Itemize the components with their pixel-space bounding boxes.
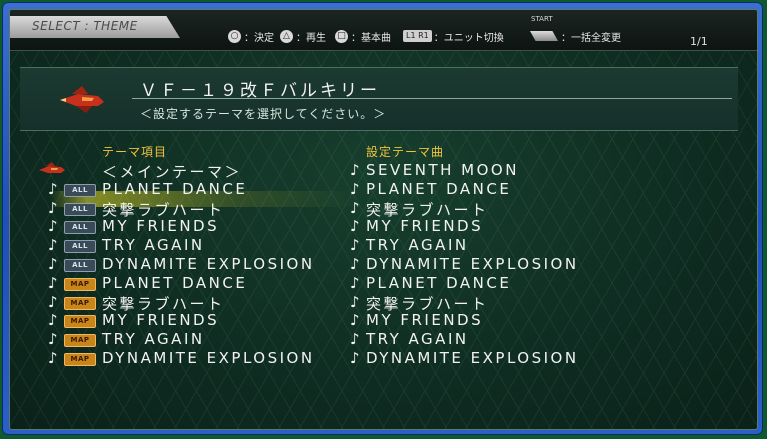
music-note-icon: ♪ (350, 179, 360, 198)
theme-item-label: DYNAMITE EXPLOSION (102, 255, 315, 273)
theme-song-label: TRY AGAIN (366, 330, 469, 349)
control-apply-all-label: ：一括全変更 (561, 32, 621, 44)
control-confirm: ○ ：決定 (228, 28, 274, 44)
triangle-button-icon: △ (280, 29, 293, 43)
music-note-icon: ♪ (350, 198, 360, 217)
valkyrie-icon (39, 162, 65, 173)
theme-item-label: MY FRIENDS (102, 311, 220, 330)
theme-item-column-header: テーマ項目 (102, 145, 168, 159)
instruction-text: ＜設定するテーマを選択してください。＞ (140, 107, 387, 121)
control-default: □ ：基本曲 (335, 28, 391, 44)
all-badge: ALL (64, 259, 96, 272)
game-screen: SELECT : THEME ○ ：決定 △ ：再生 □ ：基本曲 L1 R1 … (9, 9, 758, 430)
all-badge: ALL (64, 221, 96, 235)
start-button-icon (530, 31, 558, 41)
control-default-label: ：基本曲 (351, 32, 391, 44)
all-badge: ALL (64, 183, 96, 197)
shoulder-buttons-icon: L1 R1 (403, 30, 432, 42)
map-badge: MAP (64, 277, 96, 291)
theme-row[interactable]: ♪ MAP MY FRIENDS ♪ MY FRIENDS (10, 311, 750, 329)
theme-row[interactable]: ♪ ALL DYNAMITE EXPLOSION ♪ DYNAMITE EXPLOSIO… (10, 255, 750, 273)
header-divider (132, 98, 732, 99)
music-note-icon: ♪ (350, 217, 360, 236)
map-badge: MAP (64, 296, 96, 310)
theme-row[interactable]: ♪ MAP 突撃ラブハート ♪ 突撃ラブハート (10, 292, 750, 313)
top-bar: SELECT : THEME ○ ：決定 △ ：再生 □ ：基本曲 L1 R1 … (10, 10, 757, 51)
music-note-icon: ♪ (48, 198, 58, 217)
music-note-icon: ♪ (48, 311, 58, 330)
control-apply-all: ：一括全変更 (530, 28, 621, 44)
unit-header: ＶＦ－１９改Ｆバルキリー ＜設定するテーマを選択してください。＞ (20, 67, 738, 131)
music-note-icon: ♪ (48, 273, 58, 292)
music-note-icon: ♪ (48, 217, 58, 236)
music-note-icon: ♪ (48, 236, 58, 255)
theme-item-label: MY FRIENDS (102, 217, 220, 236)
theme-row[interactable]: ♪ ALL PLANET DANCE ♪ PLANET DANCE (10, 180, 750, 198)
theme-item-label: TRY AGAIN (102, 236, 205, 255)
music-note-icon: ♪ (350, 330, 360, 349)
music-note-icon: ♪ (350, 161, 360, 179)
control-confirm-label: ：決定 (244, 32, 274, 44)
theme-row[interactable]: ♪ MAP TRY AGAIN ♪ TRY AGAIN (10, 330, 750, 348)
screen-tab: SELECT : THEME (10, 16, 180, 38)
theme-song-label: MY FRIENDS (366, 311, 484, 330)
control-switch-unit-label: ：ユニット切換 (433, 32, 504, 44)
music-note-icon: ♪ (350, 349, 360, 367)
theme-item-label: PLANET DANCE (102, 179, 248, 198)
theme-song-column-header: 設定テーマ曲 (366, 145, 445, 159)
theme-song-label: SEVENTH MOON (366, 161, 519, 179)
all-badge: ALL (64, 240, 96, 254)
theme-row[interactable]: ＜メインテーマ＞ ♪ SEVENTH MOON (10, 161, 750, 181)
map-badge: MAP (64, 353, 96, 366)
screen-tab-label: SELECT : THEME (32, 19, 138, 33)
theme-row[interactable]: ♪ ALL MY FRIENDS ♪ MY FRIENDS (10, 217, 750, 235)
valkyrie-icon (60, 86, 104, 113)
music-note-icon: ♪ (48, 292, 58, 311)
theme-song-label: PLANET DANCE (366, 179, 512, 198)
page-indicator: 1/1 (690, 35, 708, 48)
theme-row[interactable]: ♪ MAP DYNAMITE EXPLOSION ♪ DYNAMITE EXPLOSIO… (10, 349, 750, 367)
theme-song-label: DYNAMITE EXPLOSION (366, 349, 579, 367)
theme-row[interactable]: ♪ MAP PLANET DANCE ♪ PLANET DANCE (10, 274, 750, 292)
all-badge: ALL (64, 202, 96, 216)
music-note-icon: ♪ (48, 349, 58, 367)
music-note-icon: ♪ (350, 273, 360, 292)
square-button-icon: □ (335, 29, 348, 43)
start-button-label: START (531, 15, 553, 23)
music-note-icon: ♪ (350, 236, 360, 255)
theme-row[interactable]: ♪ ALL 突撃ラブハート ♪ 突撃ラブハート (10, 198, 750, 219)
theme-song-label: TRY AGAIN (366, 236, 469, 255)
theme-song-label: PLANET DANCE (366, 273, 512, 292)
control-switch-unit: L1 R1 ：ユニット切換 (403, 28, 504, 44)
music-note-icon: ♪ (48, 330, 58, 349)
theme-item-label: TRY AGAIN (102, 330, 205, 349)
control-play: △ ：再生 (280, 28, 326, 44)
theme-song-label: DYNAMITE EXPLOSION (366, 255, 579, 273)
music-note-icon: ♪ (350, 311, 360, 330)
music-note-icon: ♪ (350, 292, 360, 311)
control-play-label: ：再生 (296, 32, 326, 44)
music-note-icon: ♪ (48, 179, 58, 198)
music-note-icon: ♪ (350, 255, 360, 273)
theme-item-label: DYNAMITE EXPLOSION (102, 349, 315, 367)
map-badge: MAP (64, 334, 96, 348)
theme-row[interactable]: ♪ ALL TRY AGAIN ♪ TRY AGAIN (10, 236, 750, 254)
theme-item-label: PLANET DANCE (102, 273, 248, 292)
music-note-icon: ♪ (48, 255, 58, 273)
circle-button-icon: ○ (228, 29, 241, 43)
map-badge: MAP (64, 315, 96, 329)
theme-song-label: MY FRIENDS (366, 217, 484, 236)
